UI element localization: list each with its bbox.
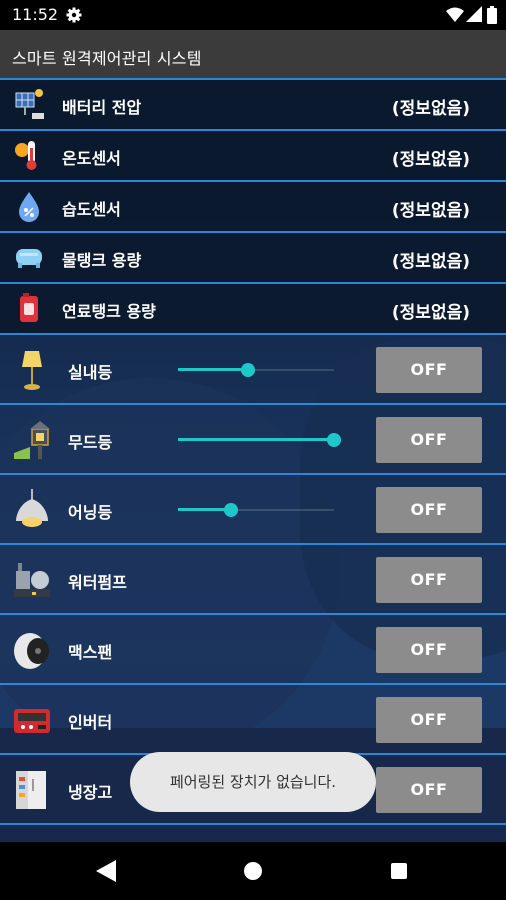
control-label: 워터펌프 <box>68 573 127 592</box>
pendant-lamp-icon <box>16 489 48 527</box>
control-row-indoor-light: 실내등 OFF <box>0 333 506 403</box>
slider-fill <box>178 438 334 441</box>
info-label: 온도센서 <box>62 149 121 168</box>
toggle-off-button[interactable]: OFF <box>376 557 482 603</box>
info-label: 물탱크 용량 <box>62 251 142 270</box>
recent-apps-icon[interactable] <box>391 863 407 879</box>
control-label: 어닝등 <box>68 503 113 522</box>
info-value: (정보없음) <box>391 303 470 323</box>
info-value: (정보없음) <box>391 99 470 119</box>
app-title-bar: 스마트 원격제어관리 시스템 <box>0 30 506 78</box>
info-row-temperature: 온도센서 (정보없음) <box>0 129 506 180</box>
slider-thumb[interactable] <box>327 433 341 447</box>
control-label: 무드등 <box>68 433 113 452</box>
control-row-maxx-fan: 맥스팬 OFF <box>0 613 506 683</box>
control-row-water-pump: 워터펌프 OFF <box>0 543 506 613</box>
toggle-off-button[interactable]: OFF <box>376 627 482 673</box>
signal-icon <box>466 6 482 22</box>
water-tank-icon <box>16 249 42 268</box>
toggle-off-button[interactable]: OFF <box>376 487 482 533</box>
toggle-off-button[interactable]: OFF <box>376 417 482 463</box>
status-bar: 11:52 <box>0 0 506 30</box>
control-label: 맥스팬 <box>68 643 113 662</box>
floor-lamp-icon <box>22 351 42 390</box>
mood-lamp-icon <box>14 421 50 459</box>
toast-message: 페어링된 장치가 없습니다. <box>130 752 376 812</box>
fuel-tank-icon <box>20 293 38 322</box>
brightness-slider[interactable] <box>178 433 341 447</box>
control-row-awning-light: 어닝등 OFF <box>0 473 506 543</box>
toggle-off-button[interactable]: OFF <box>376 697 482 743</box>
brightness-slider[interactable] <box>178 363 334 377</box>
gear-icon <box>66 7 82 23</box>
control-label: 냉장고 <box>68 783 113 802</box>
info-label: 배터리 전압 <box>62 98 142 117</box>
control-row-inverter: 인버터 OFF <box>0 683 506 753</box>
toggle-off-button[interactable]: OFF <box>376 347 482 393</box>
solar-panel-icon <box>15 89 44 119</box>
inverter-icon <box>14 709 50 733</box>
info-row-battery-voltage: 배터리 전압 (정보없음) <box>0 78 506 129</box>
info-value: (정보없음) <box>391 150 470 170</box>
app-title: 스마트 원격제어관리 시스템 <box>12 49 202 68</box>
info-label: 습도센서 <box>62 200 121 219</box>
control-row-mood-light: 무드등 OFF <box>0 403 506 473</box>
info-row-fuel-tank: 연료탱크 용량 (정보없음) <box>0 282 506 333</box>
battery-icon <box>487 6 497 24</box>
info-label: 연료탱크 용량 <box>62 302 156 321</box>
control-label: 실내등 <box>68 363 113 382</box>
info-row-humidity: 습도센서 (정보없음) <box>0 180 506 231</box>
toggle-off-button[interactable]: OFF <box>376 767 482 813</box>
home-icon[interactable] <box>244 862 262 880</box>
water-pump-icon <box>14 563 50 597</box>
brightness-slider[interactable] <box>178 503 334 517</box>
thermometer-icon <box>15 141 37 170</box>
device-list[interactable]: 배터리 전압 (정보없음) 온도센서 (정보없음) 습도센서 (정보없음) 물탱… <box>0 78 506 842</box>
control-row-partial <box>0 823 506 842</box>
info-value: (정보없음) <box>391 201 470 221</box>
water-drop-icon <box>19 192 39 222</box>
slider-thumb[interactable] <box>224 503 238 517</box>
slider-thumb[interactable] <box>241 363 255 377</box>
info-value: (정보없음) <box>391 252 470 272</box>
slider-fill <box>178 368 248 371</box>
back-icon[interactable] <box>96 860 116 882</box>
control-label: 인버터 <box>68 713 113 732</box>
status-time: 11:52 <box>12 5 59 24</box>
fan-icon <box>14 633 49 669</box>
wifi-icon <box>446 7 464 22</box>
navigation-bar <box>0 842 506 900</box>
refrigerator-icon <box>16 771 46 809</box>
info-row-water-tank: 물탱크 용량 (정보없음) <box>0 231 506 282</box>
